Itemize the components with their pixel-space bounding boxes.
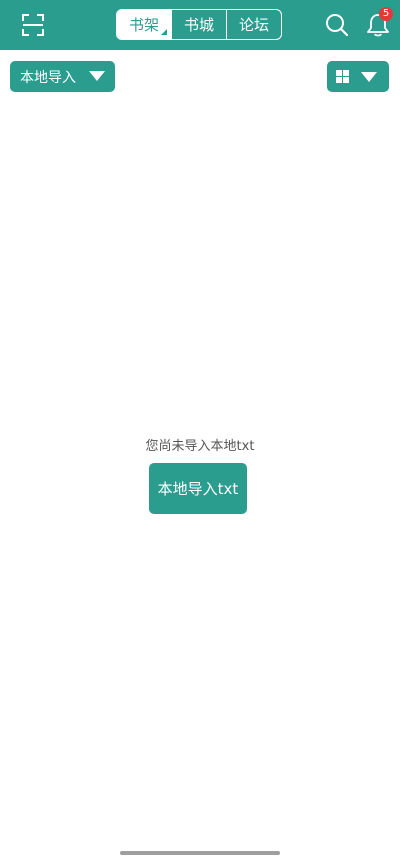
- import-source-dropdown[interactable]: 本地导入: [10, 61, 115, 92]
- import-local-txt-button[interactable]: 本地导入txt: [149, 463, 247, 514]
- header-tabs: 书架 书城 论坛: [116, 9, 282, 40]
- bookshelf-page: 书架 书城 论坛 5 本地导入 您尚未导入本地txt 本地导入txt: [0, 0, 400, 856]
- grid-view-icon: [336, 70, 349, 83]
- import-source-label: 本地导入: [20, 69, 76, 86]
- tab-bookstore-label: 书城: [183, 16, 214, 34]
- tab-bookshelf-label: 书架: [128, 16, 159, 34]
- empty-state-message: 您尚未导入本地txt: [145, 439, 255, 454]
- notification-badge: 5: [379, 7, 393, 21]
- top-bar: 书架 书城 论坛 5: [0, 0, 400, 50]
- notification-button[interactable]: 5: [362, 7, 394, 42]
- tab-bookshelf[interactable]: 书架: [117, 10, 171, 39]
- tab-bookstore[interactable]: 书城: [171, 10, 226, 39]
- scan-button[interactable]: [18, 10, 48, 40]
- tab-active-corner: [161, 29, 167, 35]
- search-icon: [326, 14, 349, 37]
- caret-down-icon: [89, 71, 105, 81]
- search-button[interactable]: [322, 10, 352, 40]
- home-indicator[interactable]: [120, 851, 280, 855]
- view-mode-dropdown[interactable]: [327, 61, 389, 92]
- caret-down-icon: [361, 72, 377, 82]
- tab-forum[interactable]: 论坛: [226, 10, 281, 39]
- tab-forum-label: 论坛: [238, 16, 269, 34]
- scan-icon: [22, 14, 44, 36]
